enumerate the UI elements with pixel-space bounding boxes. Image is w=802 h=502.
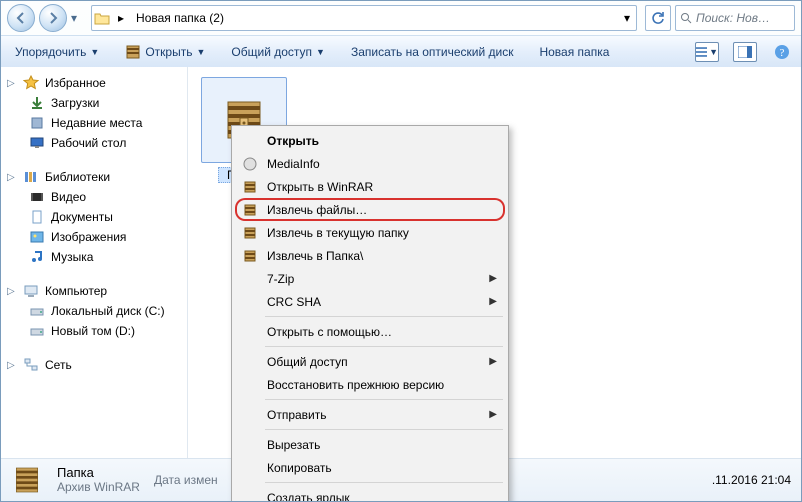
status-file-name: Папка [57,465,140,480]
downloads-icon [29,95,45,111]
pane-icon [738,46,752,58]
sidebar-favorites[interactable]: ▷ Избранное [5,73,183,93]
ctx-cut[interactable]: Вырезать [235,433,505,456]
ctx-extract-files[interactable]: Извлечь файлы… [235,198,505,221]
ctx-7zip[interactable]: 7-Zip▶ [235,267,505,290]
star-icon [23,75,39,91]
status-date-value: .11.2016 21:04 [712,473,791,488]
computer-icon [23,283,39,299]
sidebar-network[interactable]: ▷ Сеть [5,355,183,375]
share-button[interactable]: Общий доступ ▼ [225,42,331,62]
sidebar-item-pictures[interactable]: Изображения [5,227,183,247]
rar-archive-icon [11,464,43,496]
network-group: ▷ Сеть [5,355,183,375]
recent-icon [29,115,45,131]
sidebar-item-music[interactable]: Музыка [5,247,183,267]
ctx-extract-to[interactable]: Извлечь в Папка\ [235,244,505,267]
chevron-right-icon: ▷ [7,360,17,371]
ctx-copy[interactable]: Копировать [235,456,505,479]
ctx-send-to[interactable]: Отправить▶ [235,403,505,426]
arrow-right-icon [47,12,59,24]
music-icon [29,249,45,265]
sidebar-item-videos[interactable]: Видео [5,187,183,207]
toolbar: Упорядочить ▼ Открыть ▼ Общий доступ ▼ З… [1,35,801,69]
sidebar-item-desktop[interactable]: Рабочий стол [5,133,183,153]
sidebar-item-disk-d[interactable]: Новый том (D:) [5,321,183,341]
desktop-icon [29,135,45,151]
ctx-create-shortcut[interactable]: Создать ярлык [235,486,505,502]
documents-icon [29,209,45,225]
chevron-right-icon: ▷ [7,286,17,297]
sidebar-item-downloads[interactable]: Загрузки [5,93,183,113]
ctx-restore[interactable]: Восстановить прежнюю версию [235,373,505,396]
video-icon [29,189,45,205]
ctx-open-with[interactable]: Открыть с помощью… [235,320,505,343]
arrow-left-icon [15,12,27,24]
ctx-open[interactable]: Открыть [235,129,505,152]
breadcrumb-sep[interactable]: ▸ [112,11,130,25]
address-bar[interactable]: ▸ Новая папка (2) ▾ [91,5,637,31]
nav-pane: ▷ Избранное Загрузки Недавние места Рабо… [1,67,188,459]
svg-text:?: ? [780,47,785,59]
status-date-key: Дата измен [154,473,218,488]
search-icon [680,12,692,24]
submenu-arrow-icon: ▶ [489,356,497,367]
search-placeholder: Поиск: Нов… [696,11,770,25]
preview-pane-button[interactable] [733,42,757,62]
winrar-icon [240,226,260,240]
back-button[interactable] [7,4,35,32]
view-icon [696,46,707,58]
submenu-arrow-icon: ▶ [489,273,497,284]
organize-button[interactable]: Упорядочить ▼ [9,42,105,62]
sidebar-item-documents[interactable]: Документы [5,207,183,227]
libraries-icon [23,169,39,185]
refresh-button[interactable] [645,5,671,31]
chevron-right-icon: ▷ [7,172,17,183]
open-button[interactable]: Открыть ▼ [119,41,211,63]
search-input[interactable]: Поиск: Нов… [675,5,795,31]
forward-button[interactable] [39,4,67,32]
pictures-icon [29,229,45,245]
chevron-right-icon: ▷ [7,78,17,89]
refresh-icon [651,11,665,25]
help-icon: ? [774,44,790,60]
ctx-share[interactable]: Общий доступ▶ [235,350,505,373]
submenu-arrow-icon: ▶ [489,409,497,420]
help-button[interactable]: ? [771,43,793,61]
ctx-mediainfo[interactable]: MediaInfo [235,152,505,175]
breadcrumb[interactable]: Новая папка (2) [130,11,230,25]
titlebar: ▾ ▸ Новая папка (2) ▾ Поиск: Нов… [1,1,801,35]
nav-history-dropdown[interactable]: ▾ [71,11,83,25]
disk-icon [29,323,45,339]
submenu-arrow-icon: ▶ [489,296,497,307]
sidebar-libraries[interactable]: ▷ Библиотеки [5,167,183,187]
view-options-button[interactable]: ▼ [695,42,719,62]
sidebar-item-recent[interactable]: Недавние места [5,113,183,133]
winrar-icon [125,44,141,60]
favorites-group: ▷ Избранное Загрузки Недавние места Рабо… [5,73,183,153]
disk-icon [29,303,45,319]
burn-button[interactable]: Записать на оптический диск [345,42,520,62]
ctx-crcsha[interactable]: CRC SHA▶ [235,290,505,313]
sidebar-item-disk-c[interactable]: Локальный диск (C:) [5,301,183,321]
explorer-window: ▾ ▸ Новая папка (2) ▾ Поиск: Нов… Упоряд… [0,0,802,502]
network-icon [23,357,39,373]
folder-icon [92,11,112,25]
sidebar-computer[interactable]: ▷ Компьютер [5,281,183,301]
ctx-open-winrar[interactable]: Открыть в WinRAR [235,175,505,198]
winrar-icon [240,180,260,194]
context-menu: Открыть MediaInfo Открыть в WinRAR Извле… [231,125,509,502]
winrar-icon [240,249,260,263]
ctx-extract-here[interactable]: Извлечь в текущую папку [235,221,505,244]
address-dropdown[interactable]: ▾ [618,11,636,25]
mediainfo-icon [240,157,260,171]
winrar-icon [240,203,260,217]
status-file-type: Архив WinRAR [57,480,140,495]
libraries-group: ▷ Библиотеки Видео Документы Изображения… [5,167,183,267]
computer-group: ▷ Компьютер Локальный диск (C:) Новый то… [5,281,183,341]
new-folder-button[interactable]: Новая папка [533,42,615,62]
